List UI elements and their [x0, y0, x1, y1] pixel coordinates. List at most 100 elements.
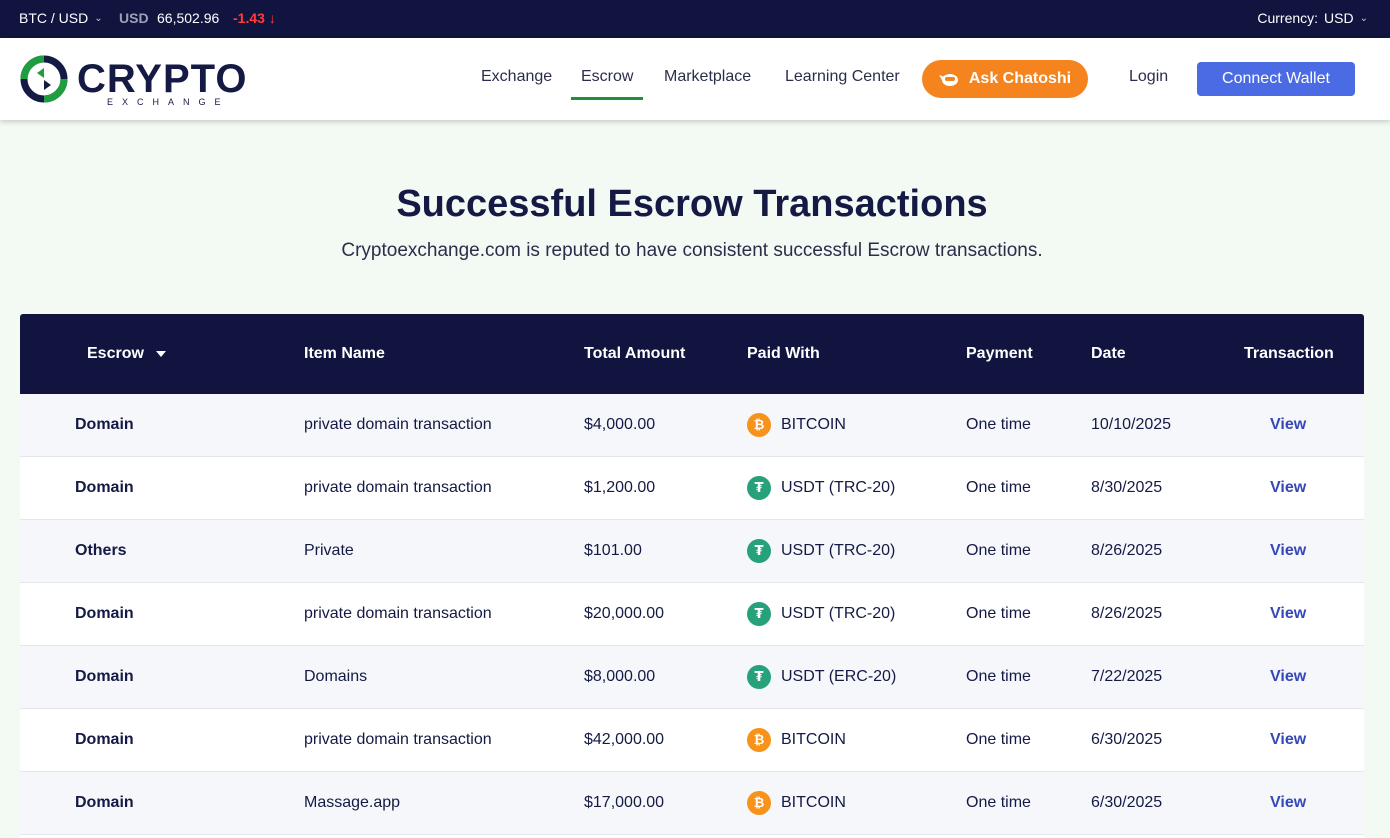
transaction-date: 8/26/2025: [1091, 542, 1163, 559]
escrow-type: Domain: [75, 794, 134, 811]
table-row: Domain private domain transaction $42,000.…: [20, 709, 1364, 772]
column-date: Date: [1091, 345, 1126, 362]
caret-down-icon: [155, 350, 166, 357]
bitcoin-icon: ₿: [747, 791, 771, 815]
ticker-bar: BTC / USD ⌄ USD 66,502.96 -1.43 ↓ Curren…: [0, 0, 1390, 38]
total-amount: $4,000.00: [584, 416, 656, 433]
item-name: private domain transaction: [304, 605, 492, 622]
transaction-date: 6/30/2025: [1091, 731, 1163, 748]
view-link[interactable]: View: [1270, 731, 1306, 749]
column-item-name: Item Name: [304, 345, 385, 362]
total-amount: $8,000.00: [584, 668, 656, 685]
paid-with-label: BITCOIN: [781, 416, 846, 433]
logo-wordmark: CRYPTO: [77, 57, 248, 101]
site-logo[interactable]: CRYPTO EXCHANGE: [19, 54, 248, 107]
payment-type: One time: [966, 416, 1031, 433]
chevron-down-icon: ⌄: [1359, 12, 1368, 24]
tether-icon: ₮: [747, 539, 771, 563]
escrow-type: Domain: [75, 668, 134, 685]
chevron-down-icon: ⌄: [94, 12, 103, 24]
tether-icon: ₮: [747, 602, 771, 626]
table-row: Domain Massage.app $17,000.00 ₿ BITCOIN One t…: [20, 772, 1364, 835]
column-paid-with: Paid With: [747, 345, 820, 362]
price-currency: USD: [119, 10, 149, 26]
login-link[interactable]: Login: [1129, 68, 1168, 86]
price-change-value: -1.43: [233, 10, 265, 26]
paid-with-label: USDT (TRC-20): [781, 605, 896, 622]
escrow-type: Domain: [75, 416, 134, 433]
paid-with-label: USDT (TRC-20): [781, 479, 896, 496]
total-amount: $1,200.00: [584, 479, 656, 496]
tether-icon: ₮: [747, 665, 771, 689]
column-total-amount: Total Amount: [584, 345, 686, 362]
logo-icon: [20, 55, 68, 103]
view-link[interactable]: View: [1270, 416, 1306, 434]
paid-with: ₮ USDT (TRC-20): [747, 602, 895, 626]
paid-with-label: USDT (TRC-20): [781, 542, 896, 559]
total-amount: $17,000.00: [584, 794, 665, 811]
nav-escrow[interactable]: Escrow: [570, 68, 644, 100]
nav-exchange[interactable]: Exchange: [481, 68, 552, 86]
currency-label: Currency:: [1257, 10, 1319, 26]
table-row: Domain private domain transaction $20,000.…: [20, 583, 1364, 646]
paid-with: ₮ USDT (TRC-20): [747, 539, 895, 563]
page-subtitle: Cryptoexchange.com is reputed to have co…: [341, 240, 1043, 261]
table-row: Domain private domain transaction $4,000.0…: [20, 394, 1364, 457]
tether-icon: ₮: [747, 476, 771, 500]
item-name: private domain transaction: [304, 479, 492, 496]
transaction-date: 8/26/2025: [1091, 605, 1163, 622]
bitcoin-icon: ₿: [747, 728, 771, 752]
transaction-date: 8/30/2025: [1091, 479, 1163, 496]
paid-with: ₿ BITCOIN: [747, 728, 846, 752]
escrow-type: Others: [75, 542, 127, 559]
payment-type: One time: [966, 479, 1031, 496]
escrow-type: Domain: [75, 479, 134, 496]
paid-with: ₮ USDT (TRC-20): [747, 476, 895, 500]
payment-type: One time: [966, 668, 1031, 685]
logo-tagline: EXCHANGE: [107, 97, 230, 107]
table-header: Escrow Item Name Total Amount Paid With …: [20, 314, 1364, 394]
item-name: Private: [304, 542, 354, 559]
column-escrow[interactable]: Escrow: [87, 345, 166, 363]
view-link[interactable]: View: [1270, 479, 1306, 497]
currency-value: USD: [1324, 10, 1354, 26]
total-amount: $20,000.00: [584, 605, 665, 622]
paid-with: ₮ USDT (ERC-20): [747, 665, 896, 689]
page-title: Successful Escrow Transactions: [396, 183, 988, 225]
transaction-date: 6/30/2025: [1091, 794, 1163, 811]
column-transaction: Transaction: [1244, 345, 1334, 362]
view-link[interactable]: View: [1270, 605, 1306, 623]
paid-with: ₿ BITCOIN: [747, 413, 846, 437]
nav-marketplace[interactable]: Marketplace: [664, 68, 751, 86]
escrow-table: Escrow Item Name Total Amount Paid With …: [20, 314, 1364, 838]
payment-type: One time: [966, 542, 1031, 559]
table-row: Domain private domain transaction $1,200.0…: [20, 457, 1364, 520]
item-name: private domain transaction: [304, 416, 492, 433]
chatbot-icon: [938, 74, 958, 86]
transaction-date: 10/10/2025: [1091, 416, 1172, 433]
pair-label: BTC / USD: [19, 10, 89, 26]
site-header: CRYPTO EXCHANGE Exchange Escrow Marketpl…: [0, 38, 1390, 120]
view-link[interactable]: View: [1270, 668, 1306, 686]
column-payment: Payment: [966, 345, 1033, 362]
item-name: Massage.app: [304, 794, 401, 811]
payment-type: One time: [966, 731, 1031, 748]
arrow-down-icon: ↓: [268, 10, 276, 26]
total-amount: $101.00: [584, 542, 642, 559]
column-escrow-label: Escrow: [87, 345, 144, 362]
escrow-type: Domain: [75, 731, 134, 748]
total-amount: $42,000.00: [584, 731, 665, 748]
pair-selector[interactable]: BTC / USD ⌄: [19, 10, 103, 26]
escrow-type: Domain: [75, 605, 134, 622]
currency-selector[interactable]: Currency: USD ⌄: [1257, 10, 1368, 26]
table-row: Others Private $101.00 ₮ USDT (TRC-20) One ti…: [20, 520, 1364, 583]
btc-price: 66,502.96: [157, 10, 220, 26]
nav-learning-center[interactable]: Learning Center: [785, 68, 900, 86]
view-link[interactable]: View: [1270, 542, 1306, 560]
bitcoin-icon: ₿: [747, 413, 771, 437]
view-link[interactable]: View: [1270, 794, 1306, 812]
table-row: Domain Domains $8,000.00 ₮ USDT (ERC-20) One …: [20, 646, 1364, 709]
connect-wallet-button[interactable]: Connect Wallet: [1197, 62, 1355, 96]
transaction-date: 7/22/2025: [1091, 668, 1163, 685]
ask-chatoshi-button[interactable]: Ask Chatoshi: [922, 60, 1088, 98]
